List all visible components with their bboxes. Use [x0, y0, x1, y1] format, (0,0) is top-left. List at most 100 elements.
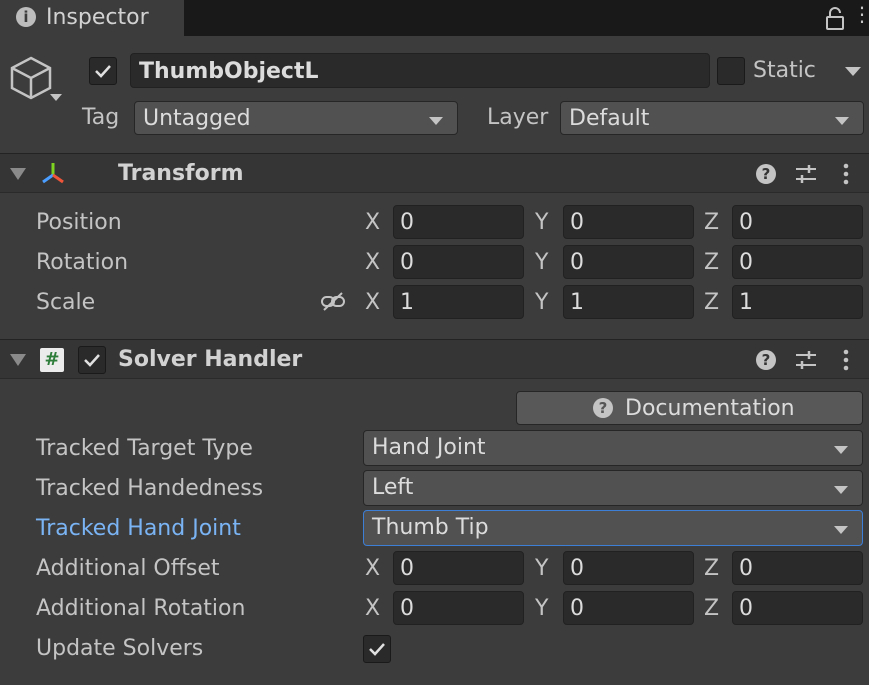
component-menu-icon[interactable] — [843, 163, 849, 185]
add-rotation-y-field[interactable]: 0 — [563, 591, 694, 625]
object-name-field[interactable]: ThumbObjectL — [130, 53, 710, 88]
axis-x-label: X — [365, 596, 381, 621]
rotation-x-field[interactable]: 0 — [393, 245, 524, 279]
layer-dropdown[interactable]: Default — [560, 101, 864, 135]
tracked-hand-joint-label: Tracked Hand Joint — [36, 516, 241, 541]
axis-z-label: Z — [704, 556, 720, 581]
rotation-y-value: 0 — [570, 250, 584, 275]
scale-x-value: 1 — [400, 290, 414, 315]
position-y-value: 0 — [570, 210, 584, 235]
axis-z-label: Z — [704, 250, 720, 275]
solver-enabled-checkbox[interactable] — [78, 346, 106, 374]
foldout-arrow-icon[interactable] — [10, 168, 26, 180]
documentation-button[interactable]: ? Documentation — [516, 391, 863, 425]
dropdown-caret-icon — [834, 526, 848, 534]
position-z-field[interactable]: 0 — [732, 205, 863, 239]
static-checkbox[interactable] — [717, 57, 745, 85]
axis-x-label: X — [365, 250, 381, 275]
axis-y-label: Y — [535, 556, 549, 581]
scale-y-field[interactable]: 1 — [563, 285, 694, 319]
transform-component-header[interactable]: Transform ? — [0, 153, 869, 193]
additional-rotation-label: Additional Rotation — [36, 596, 246, 621]
scale-z-field[interactable]: 1 — [732, 285, 863, 319]
presets-icon[interactable] — [794, 163, 818, 185]
help-icon[interactable]: ? — [756, 164, 776, 184]
tab-label: Inspector — [46, 5, 149, 30]
object-name-text: ThumbObjectL — [139, 59, 319, 84]
offset-x-field[interactable]: 0 — [393, 551, 524, 585]
rotation-z-value: 0 — [739, 250, 753, 275]
transform-axes-icon — [38, 160, 68, 186]
tag-dropdown[interactable]: Untagged — [134, 101, 458, 135]
gameobject-cube-icon — [8, 52, 54, 104]
scale-y-value: 1 — [570, 290, 584, 315]
scale-z-value: 1 — [739, 290, 753, 315]
offset-y-field[interactable]: 0 — [563, 551, 694, 585]
tracked-handedness-label: Tracked Handedness — [36, 476, 264, 501]
add-rotation-z-value: 0 — [739, 596, 753, 621]
offset-x-value: 0 — [400, 556, 414, 581]
solver-handler-component-header[interactable]: # Solver Handler ? — [0, 339, 869, 379]
static-label: Static — [753, 58, 816, 83]
tracked-target-type-dropdown[interactable]: Hand Joint — [363, 430, 863, 466]
position-x-value: 0 — [400, 210, 414, 235]
tracked-handedness-dropdown[interactable]: Left — [363, 470, 863, 506]
add-rotation-x-value: 0 — [400, 596, 414, 621]
tracked-handedness-value: Left — [372, 475, 414, 500]
constrain-proportions-link-icon[interactable] — [320, 291, 346, 313]
dropdown-caret-icon — [834, 486, 848, 494]
position-z-value: 0 — [739, 210, 753, 235]
axis-z-label: Z — [704, 210, 720, 235]
axis-z-label: Z — [704, 596, 720, 621]
axis-y-label: Y — [535, 596, 549, 621]
transform-title: Transform — [118, 161, 244, 186]
presets-icon[interactable] — [794, 349, 818, 371]
rotation-z-field[interactable]: 0 — [732, 245, 863, 279]
tracked-hand-joint-dropdown[interactable]: Thumb Tip — [363, 510, 863, 546]
tracked-target-type-label: Tracked Target Type — [36, 436, 253, 461]
axis-y-label: Y — [535, 250, 549, 275]
active-checkbox[interactable] — [89, 57, 117, 85]
dropdown-caret-icon — [834, 446, 848, 454]
foldout-arrow-icon[interactable] — [10, 354, 26, 366]
add-rotation-x-field[interactable]: 0 — [393, 591, 524, 625]
update-solvers-label: Update Solvers — [36, 636, 204, 661]
axis-x-label: X — [365, 290, 381, 315]
lock-icon[interactable] — [824, 6, 846, 30]
more-menu-icon[interactable]: ⋮ — [852, 4, 869, 24]
additional-offset-label: Additional Offset — [36, 556, 220, 581]
update-solvers-checkbox[interactable] — [363, 635, 391, 663]
add-rotation-z-field[interactable]: 0 — [732, 591, 863, 625]
rotation-label: Rotation — [36, 250, 129, 275]
tracked-hand-joint-value: Thumb Tip — [372, 515, 489, 540]
tag-label: Tag — [82, 105, 120, 130]
dropdown-caret-icon — [835, 117, 849, 125]
help-icon[interactable]: ? — [756, 350, 776, 370]
scale-label: Scale — [36, 290, 96, 315]
scale-x-field[interactable]: 1 — [393, 285, 524, 319]
axis-x-label: X — [365, 210, 381, 235]
rotation-y-field[interactable]: 0 — [563, 245, 694, 279]
tracked-target-type-value: Hand Joint — [372, 435, 486, 460]
position-x-field[interactable]: 0 — [393, 205, 524, 239]
offset-z-value: 0 — [739, 556, 753, 581]
offset-z-field[interactable]: 0 — [732, 551, 863, 585]
documentation-label: Documentation — [625, 396, 795, 421]
help-icon: ? — [593, 398, 613, 418]
layer-value: Default — [569, 106, 650, 131]
axis-z-label: Z — [704, 290, 720, 315]
icon-picker-caret-icon[interactable] — [50, 94, 62, 101]
position-label: Position — [36, 210, 122, 235]
script-icon: # — [40, 348, 64, 372]
offset-y-value: 0 — [570, 556, 584, 581]
static-dropdown-caret-icon[interactable] — [845, 67, 861, 76]
dropdown-caret-icon — [429, 117, 443, 125]
component-menu-icon[interactable] — [843, 349, 849, 371]
tag-value: Untagged — [143, 106, 251, 131]
add-rotation-y-value: 0 — [570, 596, 584, 621]
rotation-x-value: 0 — [400, 250, 414, 275]
axis-y-label: Y — [535, 290, 549, 315]
info-icon: i — [16, 7, 36, 27]
inspector-tab[interactable]: i Inspector — [0, 0, 184, 36]
position-y-field[interactable]: 0 — [563, 205, 694, 239]
